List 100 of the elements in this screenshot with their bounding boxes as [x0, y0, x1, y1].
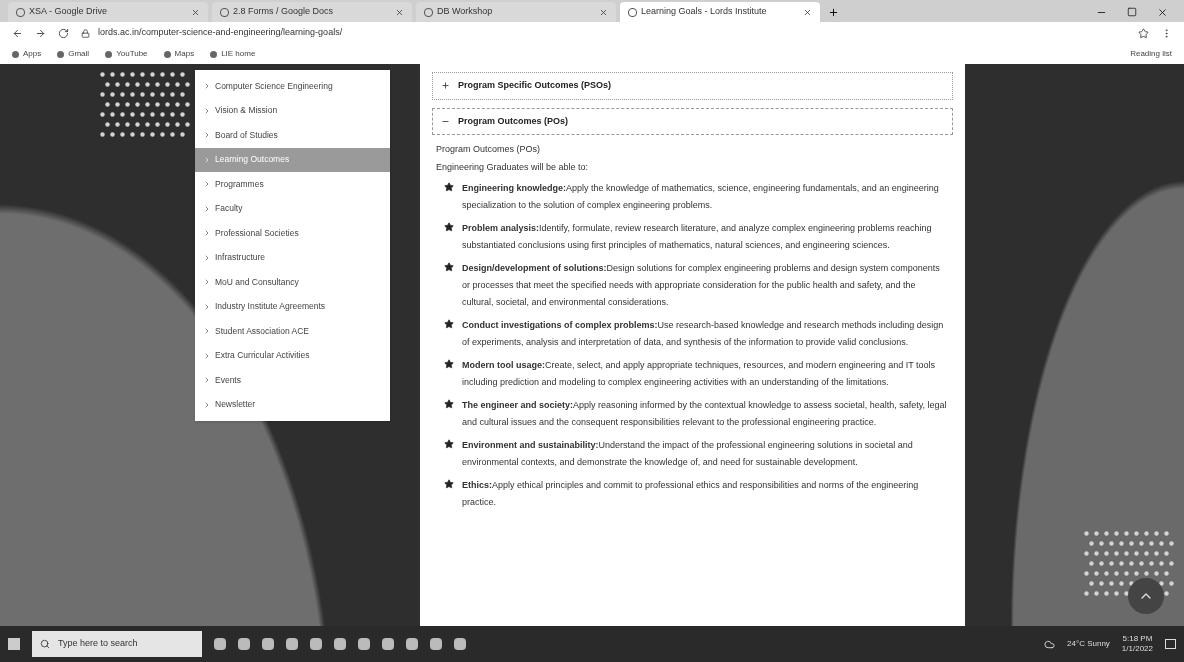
menu-item[interactable]: Newsletter [195, 392, 390, 417]
start-icon[interactable] [8, 638, 20, 650]
bookmark-link[interactable]: YouTube [105, 48, 148, 60]
menu-item[interactable]: Professional Societies [195, 221, 390, 246]
chevron-icon [203, 82, 211, 91]
app-icon[interactable] [382, 638, 394, 650]
search-field[interactable]: Type here to search [32, 631, 202, 657]
app-icon[interactable] [262, 638, 274, 650]
chevron-icon [203, 229, 211, 238]
star-icon [444, 399, 454, 409]
menu-item[interactable]: MoU and Consultancy [195, 270, 390, 295]
bookmark-icon [12, 50, 19, 58]
menu-item[interactable]: Computer Science Engineering [195, 74, 390, 99]
back-icon[interactable] [12, 27, 23, 39]
outcome-text: Problem analysis:Identify, formulate, review research literature, and analyze complex engineering problems reaching substantiated conclusions using first principles of mathematics, natural sciences, and engineering sciences. [462, 222, 933, 252]
menu-item[interactable]: Vision & Mission [195, 98, 390, 123]
search-icon [40, 639, 50, 649]
close-icon[interactable] [191, 7, 200, 17]
outcome-text: Design/development of solutions:Design solutions for complex engineering problems and design system components or processes that meet the specified needs with appropriate consideration for the public health and safety, and the cultural, societal, and environmental considerations. [462, 262, 941, 309]
bookmark-star-icon[interactable] [1138, 27, 1149, 39]
app-icon[interactable] [286, 638, 298, 650]
menu-item[interactable]: Programmes [195, 172, 390, 197]
accordion-header[interactable]: Program Specific Outcomes (PSOs) [432, 72, 953, 100]
outcome-text: Conduct investigations of complex problems:Use research-based knowledge and research methods including design of experiments, analysis and interpretation of data, and synthesis of the information to provide valid conclusions. [462, 319, 945, 349]
menu-item[interactable]: Student Association ACE [195, 319, 390, 344]
outcome-text: Ethics:Apply ethical principles and commit to professional ethics and responsibilities and norms of the engineering practice. [462, 479, 920, 509]
browser-tab[interactable]: 2.8 Forms / Google Docs [212, 2, 412, 22]
browser-tab[interactable]: Learning Goals - Lords Institute [620, 2, 820, 22]
outcome-text: Engineering knowledge:Apply the knowledge of mathematics, science, engineering fundamentals, and an engineering specialization to the solution of complex engineering problems. [462, 182, 940, 212]
bookmark-icon [57, 50, 65, 58]
app-icon[interactable] [238, 638, 250, 650]
menu-item[interactable]: Board of Studies [195, 123, 390, 148]
maximize-icon[interactable] [1127, 7, 1137, 17]
page-icon [628, 7, 637, 17]
star-icon [444, 319, 454, 329]
page-icon [424, 7, 433, 17]
app-icon[interactable] [454, 638, 466, 650]
outcome-text: The engineer and society:Apply reasoning informed by the contextual knowledge to assess societal, health, safety, legal and cultural issues and the consequent responsibilities relevant to the professional engineering practice. [462, 399, 948, 429]
browser-tab[interactable]: DB Workshop [416, 2, 616, 22]
menu-item[interactable]: Extra Curricular Activities [195, 343, 390, 368]
clock-date: 1/1/2022 [1121, 644, 1153, 654]
menu-item[interactable]: Industry Institute Agreements [195, 294, 390, 319]
close-icon[interactable] [803, 7, 812, 17]
expand-icon [441, 81, 450, 91]
close-icon[interactable] [599, 7, 608, 17]
browser-tab[interactable]: XSA - Google Drive [8, 2, 208, 22]
app-icon[interactable] [406, 638, 418, 650]
chevron-icon [203, 327, 211, 336]
forward-icon[interactable] [35, 27, 46, 39]
notification-icon[interactable] [1165, 639, 1176, 649]
chevron-icon [203, 376, 211, 385]
bookmark-icon [105, 50, 113, 58]
star-icon [444, 222, 454, 232]
menu-item[interactable]: Events [195, 368, 390, 393]
reading-list-link[interactable]: Reading list [1130, 48, 1172, 60]
app-icon[interactable] [430, 638, 442, 650]
content-heading: Program Outcomes (POs) [436, 143, 542, 156]
bookmark-icon [163, 50, 171, 58]
app-icon[interactable] [334, 638, 346, 650]
dot-pattern-icon [100, 72, 190, 137]
accordion-header[interactable]: Program Outcomes (POs) [432, 107, 953, 135]
chevron-icon [203, 302, 211, 311]
menu-item[interactable]: Faculty [195, 196, 390, 221]
app-icon[interactable] [358, 638, 370, 650]
chevron-icon [203, 106, 211, 115]
chevron-icon [203, 253, 211, 262]
app-icon[interactable] [214, 638, 226, 650]
close-icon[interactable] [1157, 7, 1168, 18]
star-icon [444, 262, 454, 272]
bookmark-link[interactable]: Maps [163, 48, 195, 60]
weather-icon [1044, 638, 1056, 650]
star-icon [444, 439, 454, 449]
star-icon [444, 479, 454, 489]
chevron-icon [203, 278, 211, 287]
outcome-text: Environment and sustainability:Understand the impact of the professional engineering solutions in societal and environmental contexts, and demonstrate the knowledge of, and need for sustainable development. [462, 439, 914, 469]
bookmark-link[interactable]: Apps [12, 48, 42, 60]
chevron-icon [203, 131, 211, 140]
bookmark-link[interactable]: Gmail [57, 48, 90, 60]
star-icon [444, 359, 454, 369]
reload-icon[interactable] [58, 27, 69, 39]
outcome-text: Modern tool usage:Create, select, and apply appropriate techniques, resources, and modern engineering and IT tools including prediction and modeling to complex engineering activities with an understanding of the limitations. [462, 359, 937, 389]
chevron-icon [203, 155, 211, 164]
bookmark-link[interactable]: LIE home [210, 48, 256, 60]
chevron-icon [203, 400, 211, 409]
menu-item[interactable]: Infrastructure [195, 245, 390, 270]
clock-time: 5:18 PM [1122, 634, 1153, 644]
chevron-icon [203, 351, 211, 360]
scroll-to-top-button[interactable] [1128, 578, 1164, 614]
close-icon[interactable] [395, 7, 404, 17]
app-icon[interactable] [310, 638, 322, 650]
star-icon [444, 182, 454, 192]
intro-text: Engineering Graduates will be able to: [436, 160, 590, 174]
bookmark-icon [210, 50, 218, 58]
new-tab-icon[interactable] [828, 7, 839, 18]
chevron-icon [203, 204, 211, 213]
chevron-icon [203, 180, 211, 189]
lock-icon [81, 28, 90, 38]
page-icon [16, 7, 25, 17]
weather-text: 24°C Sunny [1067, 638, 1110, 650]
page-icon [220, 7, 229, 17]
